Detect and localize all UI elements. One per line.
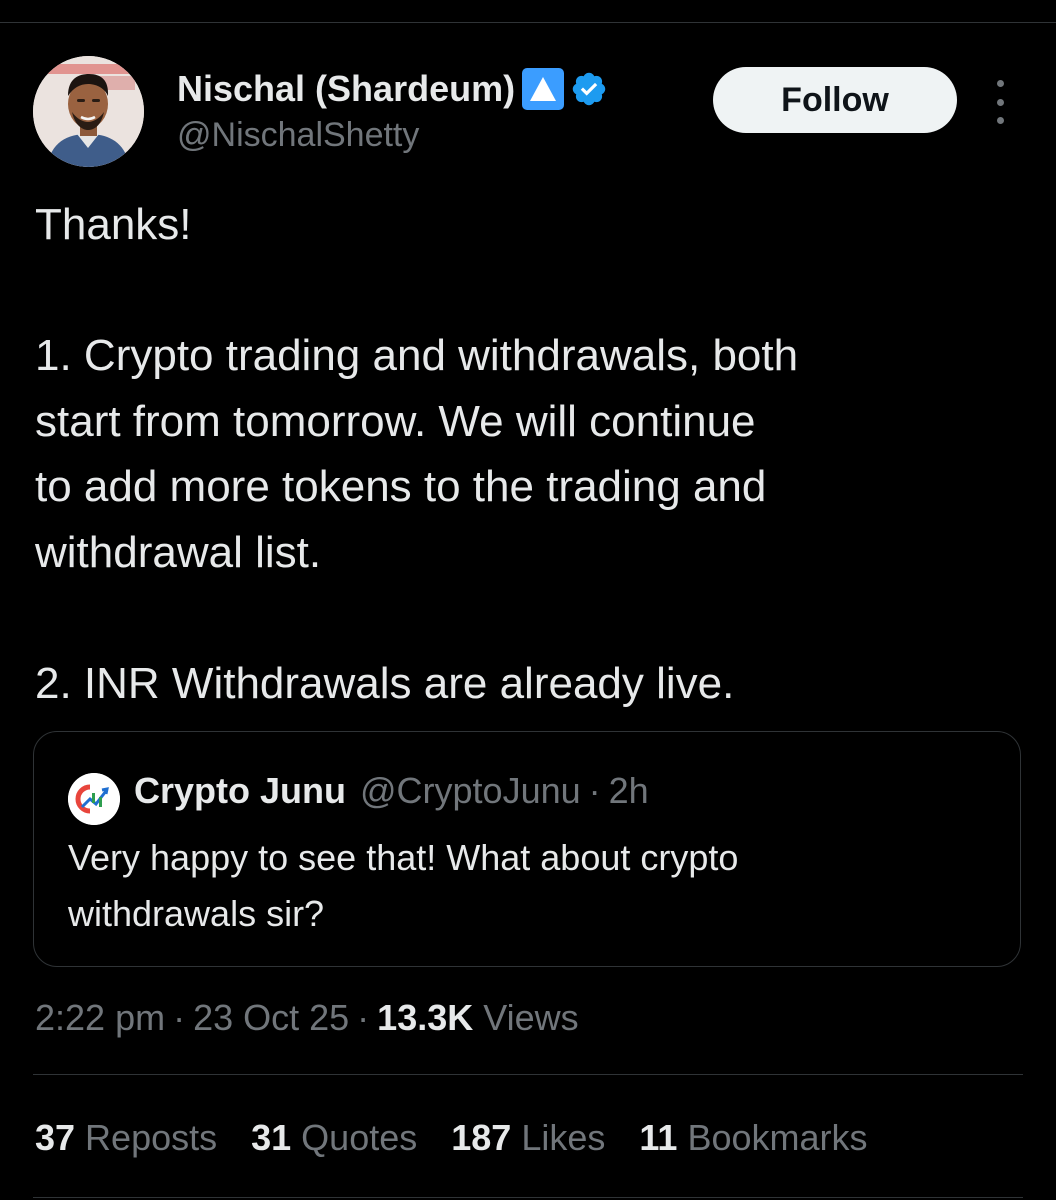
up-arrow-emoji-icon — [522, 68, 565, 110]
quote-text: Very happy to see that! What about crypt… — [68, 830, 988, 942]
follow-button[interactable]: Follow — [713, 67, 957, 133]
tweet-line: 1. Crypto trading and withdrawals, both — [35, 331, 799, 380]
bookmarks-label: Bookmarks — [687, 1117, 868, 1158]
views-count[interactable]: 13.3K — [377, 997, 473, 1039]
divider — [33, 1197, 1023, 1198]
bookmarks-stat[interactable]: 11 Bookmarks — [639, 1117, 867, 1159]
author-handle[interactable]: @NischalShetty — [177, 116, 419, 155]
tweet-meta: 2:22 pm · 23 Oct 25 · 13.3K Views — [35, 994, 579, 1042]
likes-count: 187 — [451, 1117, 512, 1158]
divider — [33, 1074, 1023, 1075]
quote-header: Crypto Junu @CryptoJunu · 2h — [134, 768, 649, 814]
author-name-row[interactable]: Nischal (Shardeum) — [177, 66, 608, 112]
reposts-stat[interactable]: 37 Reposts — [35, 1117, 217, 1159]
tweet-date[interactable]: 23 Oct 25 — [193, 997, 349, 1039]
tweet-text: Thanks! 1. Crypto trading and withdrawal… — [35, 192, 995, 716]
separator-dot: · — [588, 770, 601, 811]
tweet-line: Thanks! — [35, 200, 192, 249]
quote-timestamp[interactable]: 2h — [609, 770, 649, 812]
views-label[interactable]: Views — [483, 997, 578, 1039]
separator-dot: · — [357, 997, 370, 1038]
likes-label: Likes — [521, 1117, 606, 1158]
tweet-line: withdrawal list. — [35, 527, 322, 577]
tweet-line: start from tomorrow. We will continue — [35, 396, 756, 446]
quotes-stat[interactable]: 31 Quotes — [251, 1117, 417, 1159]
crypto-junu-logo-icon — [68, 773, 120, 825]
verified-icon[interactable] — [570, 70, 608, 108]
author-display-name[interactable]: Nischal (Shardeum) — [177, 68, 515, 110]
avatar-photo-icon — [33, 56, 144, 167]
separator-dot: · — [173, 997, 186, 1038]
quote-author-handle[interactable]: @CryptoJunu — [360, 770, 581, 812]
bookmarks-count: 11 — [639, 1117, 678, 1158]
tweet-line-gap — [35, 585, 995, 651]
top-divider — [0, 22, 1056, 23]
author-avatar[interactable] — [33, 56, 144, 167]
reposts-label: Reposts — [85, 1117, 218, 1158]
more-options-icon[interactable] — [984, 80, 1016, 124]
quotes-count: 31 — [251, 1117, 292, 1158]
tweet-time[interactable]: 2:22 pm — [35, 997, 165, 1039]
likes-stat[interactable]: 187 Likes — [451, 1117, 605, 1159]
tweet-line: 2. INR Withdrawals are already live. — [35, 658, 735, 708]
tweet-line: to add more tokens to the trading and — [35, 462, 767, 511]
quote-line: Very happy to see that! What about crypt… — [68, 837, 739, 878]
quote-author-name[interactable]: Crypto Junu — [134, 770, 346, 812]
quote-line: withdrawals sir? — [68, 893, 325, 934]
engagement-stats: 37 Reposts 31 Quotes 187 Likes 11 Bookma… — [35, 1114, 902, 1162]
reposts-count: 37 — [35, 1117, 76, 1158]
quoted-tweet-card[interactable]: Crypto Junu @CryptoJunu · 2h Very happy … — [33, 731, 1021, 967]
quote-author-avatar[interactable] — [68, 773, 120, 825]
quotes-label: Quotes — [301, 1117, 418, 1158]
tweet-line-gap — [35, 258, 995, 324]
